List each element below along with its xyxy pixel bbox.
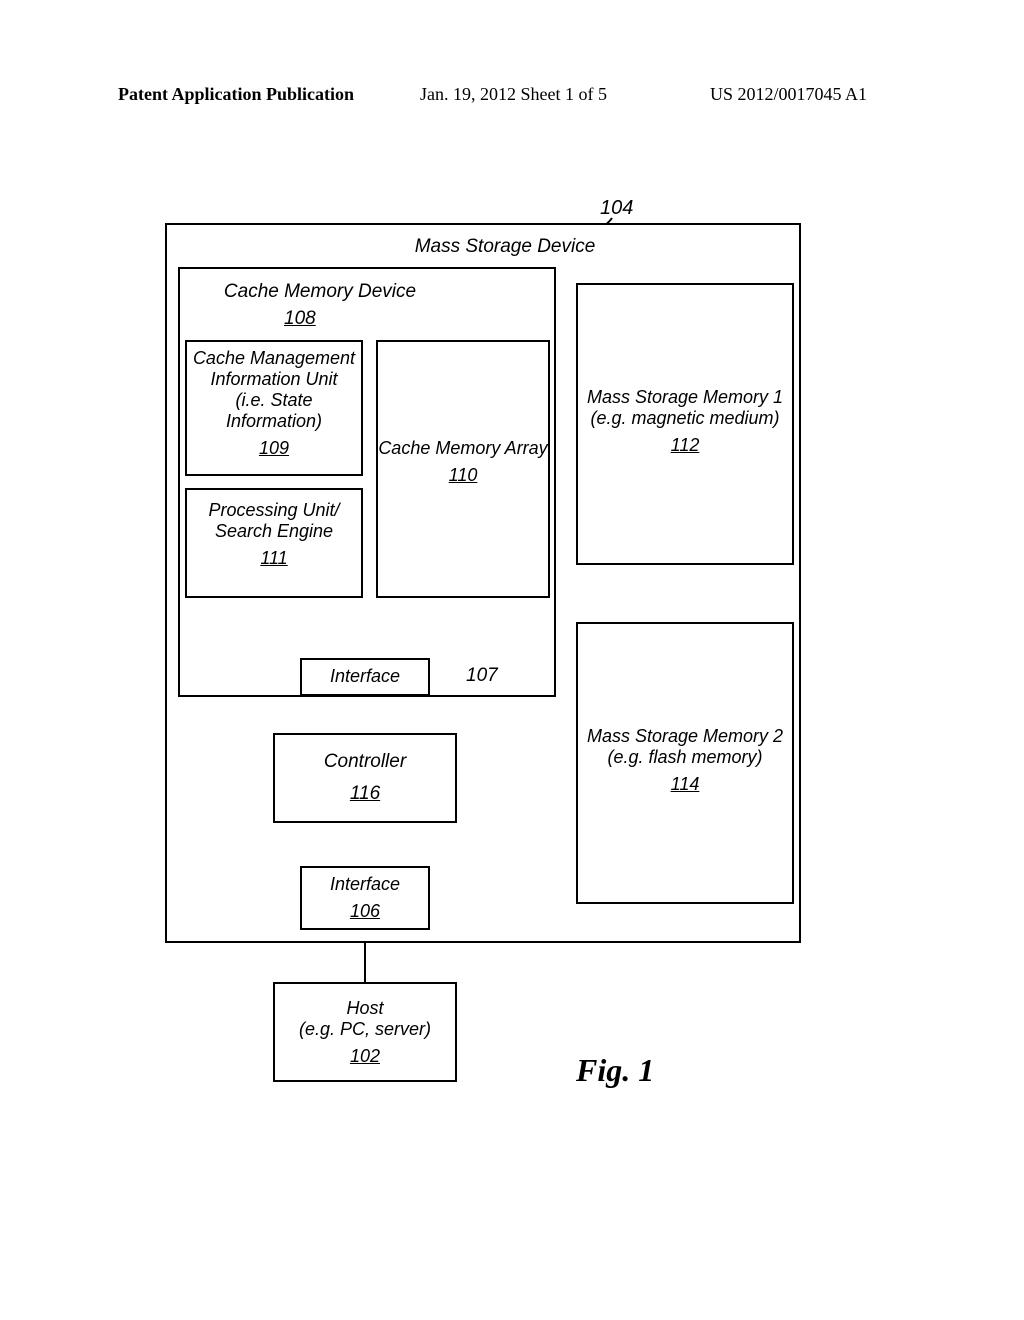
header-left: Patent Application Publication <box>118 84 354 105</box>
cache-management-info-unit-box: Cache Management Information Unit (i.e. … <box>185 340 363 476</box>
cmiu-line2: Information Unit <box>187 369 361 390</box>
cmiu-ref: 109 <box>187 438 361 459</box>
msm1-line2: (e.g. magnetic medium) <box>578 408 792 429</box>
cache-array-ref: 110 <box>378 465 548 486</box>
host-box: Host (e.g. PC, server) 102 <box>273 982 457 1082</box>
interface-106-box: Interface 106 <box>300 866 430 930</box>
figure-label: Fig. 1 <box>576 1052 654 1089</box>
mass-storage-memory-2-box: Mass Storage Memory 2 (e.g. flash memory… <box>576 622 794 904</box>
msm2-ref: 114 <box>578 774 792 795</box>
interface-107-label: Interface <box>302 666 428 687</box>
interface-106-ref: 106 <box>302 901 428 922</box>
callout-104: 104 <box>600 197 633 220</box>
msm1-line1: Mass Storage Memory 1 <box>578 387 792 408</box>
cmiu-line3: (i.e. State Information) <box>187 390 361 432</box>
cmiu-line1: Cache Management <box>187 348 361 369</box>
host-ref: 102 <box>275 1046 455 1067</box>
processing-unit-box: Processing Unit/ Search Engine 111 <box>185 488 363 598</box>
proc-line2: Search Engine <box>187 521 361 542</box>
proc-line1: Processing Unit/ <box>187 500 361 521</box>
header-mid: Jan. 19, 2012 Sheet 1 of 5 <box>420 84 607 105</box>
proc-ref: 111 <box>187 548 361 569</box>
interface-107-box: Interface <box>300 658 430 696</box>
cache-memory-device-ref: 108 <box>284 308 316 330</box>
controller-ref: 116 <box>275 783 455 805</box>
cache-memory-array-box: Cache Memory Array 110 <box>376 340 550 598</box>
msm2-line2: (e.g. flash memory) <box>578 747 792 768</box>
cache-array-line1: Cache Memory Array <box>378 438 548 459</box>
cache-memory-device-title: Cache Memory Device <box>210 281 430 303</box>
header-right: US 2012/0017045 A1 <box>710 84 867 105</box>
host-line2: (e.g. PC, server) <box>275 1019 455 1040</box>
mass-storage-memory-1-box: Mass Storage Memory 1 (e.g. magnetic med… <box>576 283 794 565</box>
callout-107: 107 <box>466 665 498 687</box>
controller-label: Controller <box>275 751 455 773</box>
controller-box: Controller 116 <box>273 733 457 823</box>
page: Patent Application Publication Jan. 19, … <box>0 0 1024 1320</box>
msm1-ref: 112 <box>578 435 792 456</box>
interface-106-label: Interface <box>302 874 428 895</box>
msm2-line1: Mass Storage Memory 2 <box>578 726 792 747</box>
mass-storage-device-title: Mass Storage Device <box>390 236 620 258</box>
host-line1: Host <box>275 998 455 1019</box>
